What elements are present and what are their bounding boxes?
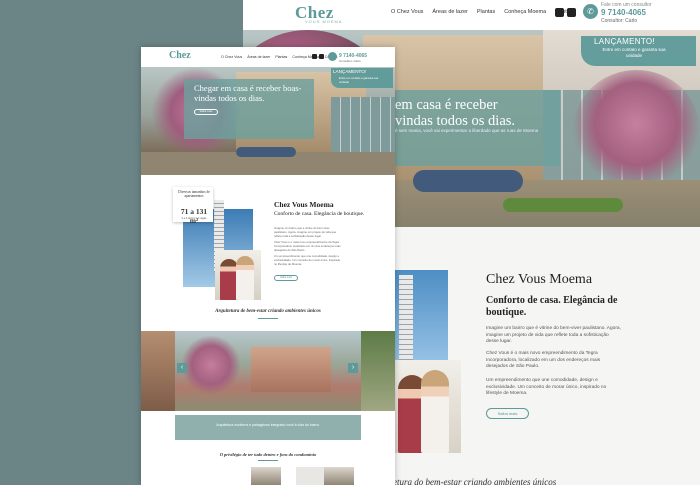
back-nav-menu: O Chez Vous Áreas de lazer Plantas Conhe…	[391, 9, 574, 15]
lawn	[503, 198, 623, 212]
front-launch-title: LANÇAMENTO!	[333, 69, 367, 74]
front-intro-p1: Imagine um bairro que é vitrine do bem-v…	[274, 226, 337, 238]
hedge	[413, 170, 523, 192]
front-nav-item-lazer[interactable]: Áreas de lazer	[247, 55, 270, 59]
gallery-caption-box	[175, 415, 361, 440]
back-intro-p1: Imagine um bairro que é vitrine do bem-v…	[486, 326, 621, 344]
front-hero-button[interactable]: Saiba mais	[194, 109, 218, 115]
front-nav-item-chez-vous[interactable]: O Chez Vous	[221, 55, 242, 59]
front-launch-subtitle: Entre em contato e garanta sua unidade	[339, 76, 379, 84]
thumbnail-image[interactable]	[251, 467, 281, 485]
whatsapp-icon[interactable]: ✆	[583, 4, 598, 19]
flowering-tree	[181, 335, 241, 395]
back-intro-subheading: Conforto de casa. Elegância de boutique.	[486, 295, 618, 318]
back-nav-item-plantas[interactable]: Plantas	[477, 9, 495, 15]
hedge	[236, 147, 296, 157]
back-intro-p2: Chez Vous é o mais novo empreendimento d…	[486, 351, 601, 369]
front-hero-title: Chegar em casa é receber boas-vindas tod…	[194, 83, 302, 103]
front-card-label: Diversos tamanhos de apartamentos	[178, 190, 210, 199]
gallery-prev-image	[141, 331, 177, 411]
front-section-title-2: O privilégio de ter tudo dentro e fora d…	[219, 452, 317, 457]
back-section-title: etura do bem-estar criando ambientes úni…	[393, 477, 557, 485]
back-logo-subtitle: VOUS MOEMA	[305, 19, 343, 24]
whatsapp-icon[interactable]	[328, 52, 337, 61]
front-logo[interactable]: Chez	[169, 50, 191, 61]
couple-woman	[421, 370, 449, 453]
facebook-icon[interactable]	[555, 8, 564, 17]
gallery-next-image	[361, 331, 395, 411]
back-nav-item-lazer[interactable]: Áreas de lazer	[432, 9, 467, 15]
front-section-title: Arquitetura de bem-estar criando ambient…	[215, 309, 321, 314]
back-intro-heading: Chez Vous Moema	[486, 272, 593, 287]
thumbnail-image-2[interactable]	[324, 467, 354, 485]
front-intro-p3: Um empreendimento que une comodidade, de…	[274, 254, 341, 266]
section-divider	[258, 460, 278, 461]
front-consultant: Consultor: Carlo	[339, 59, 361, 63]
instagram-icon[interactable]	[567, 8, 576, 17]
front-card-note: 3 e 4 dorms | 2 vagas	[181, 217, 207, 220]
gallery-next-button[interactable]: ›	[348, 363, 358, 373]
back-hero-subtitle: é sem mania, você vai experimentar a lib…	[395, 128, 539, 133]
back-nav-item-chez-vous[interactable]: O Chez Vous	[391, 9, 423, 15]
instagram-icon[interactable]	[319, 54, 324, 59]
couple-woman	[236, 256, 254, 300]
front-intro-heading: Chez Vous Moema	[274, 200, 334, 209]
front-intro-p2: Chez Vous é o mais novo empreendimento d…	[274, 240, 341, 252]
gallery-caption: Arquitetura moderna e paisagismo integra…	[216, 423, 320, 427]
front-nav-item-plantas[interactable]: Plantas	[275, 55, 287, 59]
front-card-value: 71 a 131 m²	[180, 207, 208, 225]
glass-facade	[331, 97, 395, 155]
back-hero-title: em casa é receber vindas todos os dias.	[395, 97, 516, 129]
front-intro-subheading: Conforto de casa. Elegância de boutique.	[274, 211, 365, 217]
flowering-tree-2	[573, 70, 700, 190]
back-intro-p3: Um empreendimento que une comodidade, de…	[486, 378, 607, 396]
back-consultant: Consultor: Carlo	[601, 18, 638, 24]
back-launch-subtitle: Entre em contato e garanta sua unidade	[602, 47, 666, 58]
tower-building	[399, 275, 413, 370]
facebook-icon[interactable]	[312, 54, 317, 59]
back-phone-number[interactable]: 9 7140-4065	[601, 8, 646, 17]
section-divider	[258, 318, 278, 319]
building-render	[251, 347, 331, 392]
back-nav-item-moema[interactable]: Conheça Moema	[504, 9, 546, 15]
front-page-preview: Chez O Chez Vous Áreas de lazer Plantas …	[141, 47, 395, 485]
gallery-prev-button[interactable]: ‹	[177, 363, 187, 373]
back-intro-button[interactable]: Saiba mais	[486, 408, 529, 419]
back-launch-title: LANÇAMENTO!	[594, 37, 655, 46]
front-intro-button[interactable]: Saiba mais	[274, 275, 298, 281]
